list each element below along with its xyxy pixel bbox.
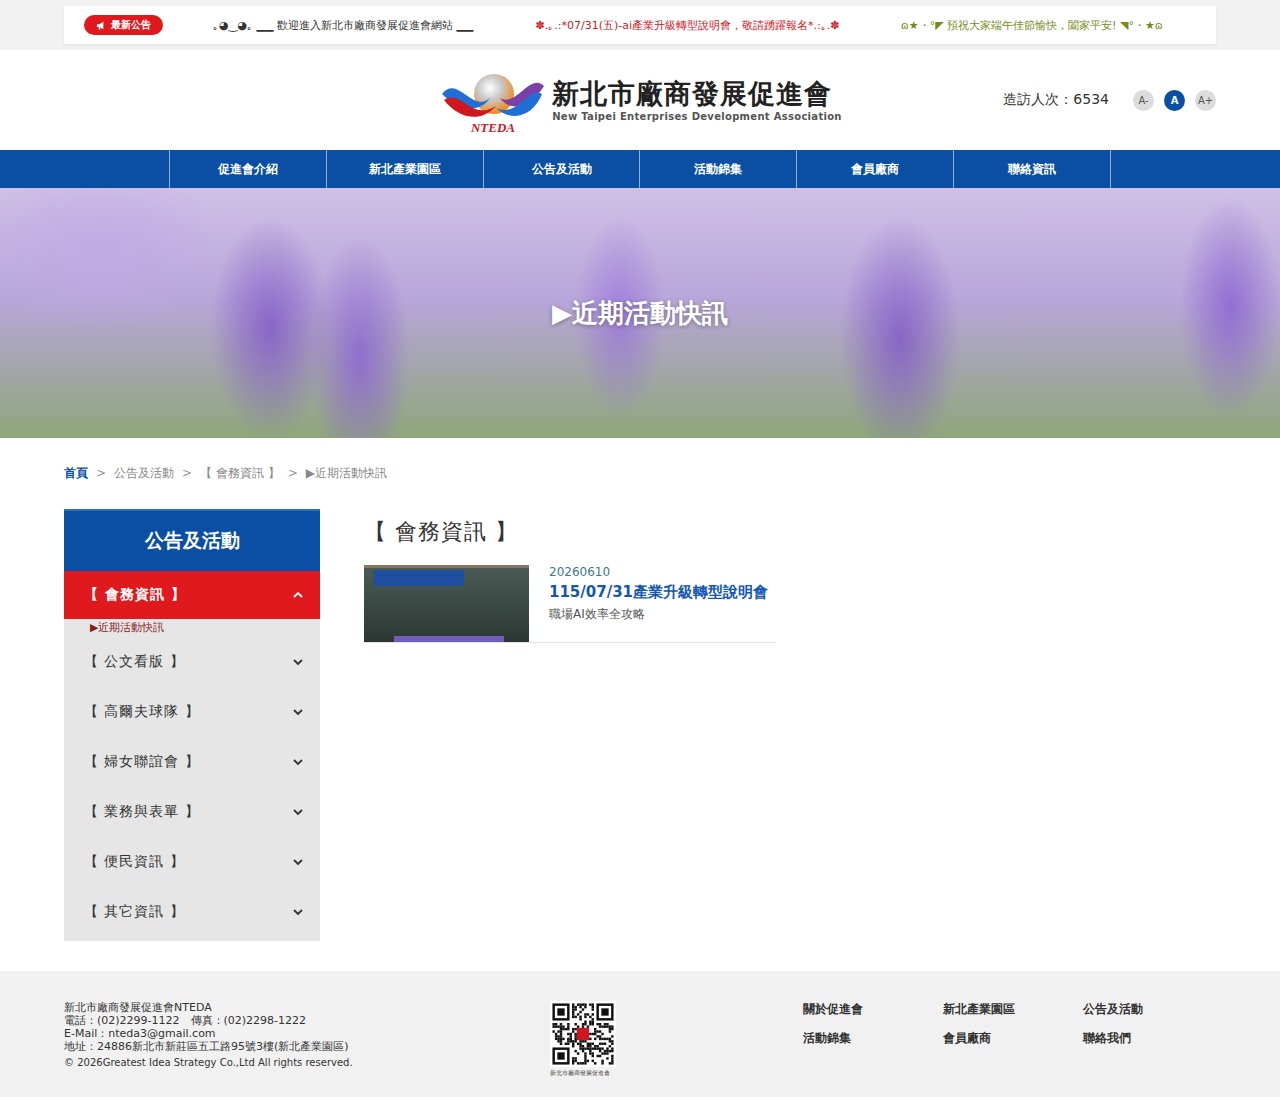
post-summary: 職場AI效率全攻略 — [549, 606, 768, 623]
breadcrumb-item[interactable]: 公告及活動 — [114, 464, 174, 482]
announcement-item[interactable]: ✽.｡.:*07/31(五)-ai產業升級轉型說明會，敬請踴躍報名*.:｡.✽ — [523, 18, 851, 33]
content: 【 會務資訊 】 20260610 115/07/31產業升級轉型說明會職場AI效率… — [320, 509, 1216, 643]
footer-line: 電話：(02)2299-1122 傳真：(02)2298-1222 — [64, 1014, 550, 1027]
sidebar-item[interactable]: 【 業務與表單 】 — [64, 787, 320, 837]
qr-caption: 新北市廠商發展促進會 — [550, 1069, 610, 1078]
breadcrumb-item[interactable]: ▶近期活動快訊 — [306, 464, 387, 482]
post-card[interactable]: 20260610 115/07/31產業升級轉型說明會職場AI效率全攻略 — [364, 565, 776, 643]
chevron-up-icon — [292, 589, 304, 601]
main-nav: 促進會介紹新北產業園區公告及活動活動錦集會員廠商聯絡資訊 — [0, 150, 1280, 188]
announcement-box: 最新公告 ｡◕‿◕｡ ▁▁ 歡迎進入新北市廠商發展促進會網站 ▁▁ ✽.｡.:*07… — [64, 6, 1216, 44]
sidebar-item[interactable]: 【 高爾夫球隊 】 — [64, 687, 320, 737]
footer-link[interactable]: 會員廠商 — [943, 1030, 1083, 1047]
footer-link[interactable]: 公告及活動 — [1083, 1001, 1223, 1018]
font-size-controls: A- A A+ — [1133, 90, 1216, 111]
chevron-down-icon — [292, 656, 304, 668]
page: 最新公告 ｡◕‿◕｡ ▁▁ 歡迎進入新北市廠商發展促進會網站 ▁▁ ✽.｡.:*07… — [0, 0, 1280, 1097]
nav-item[interactable]: 活動錦集 — [639, 150, 796, 188]
sidebar-item[interactable]: 【 便民資訊 】 — [64, 837, 320, 887]
sidebar-item[interactable]: 【 其它資訊 】 — [64, 887, 320, 937]
qr-code-icon — [550, 1001, 616, 1067]
post-title[interactable]: 115/07/31產業升級轉型說明會 — [549, 583, 768, 602]
site-logo[interactable]: NTEDA 新北市廠商發展促進會New Taipei Enterprises De… — [438, 64, 842, 136]
sidebar-item[interactable]: 【 婦女聯誼會 】 — [64, 737, 320, 787]
banner: ▶近期活動快訊 — [0, 188, 1280, 438]
chevron-down-icon — [292, 756, 304, 768]
footer: 新北市廠商發展促進會NTEDA電話：(02)2299-1122 傳真：(02)2… — [0, 971, 1280, 1097]
footer-link[interactable]: 活動錦集 — [803, 1030, 943, 1047]
footer-link[interactable]: 關於促進會 — [803, 1001, 943, 1018]
chevron-down-icon — [292, 706, 304, 718]
post-date: 20260610 — [549, 565, 768, 579]
visitor-count: 造訪人次：6534 — [1003, 91, 1109, 109]
nav-item[interactable]: 公告及活動 — [483, 150, 640, 188]
announcement-bar: 最新公告 ｡◕‿◕｡ ▁▁ 歡迎進入新北市廠商發展促進會網站 ▁▁ ✽.｡.:*07… — [0, 0, 1280, 50]
sidebar-item[interactable]: 【 會務資訊 】 — [64, 571, 320, 619]
megaphone-icon — [96, 20, 107, 31]
font-size-button[interactable]: A — [1164, 90, 1185, 111]
logo-mark: NTEDA — [470, 120, 515, 135]
main-area: 公告及活動【 會務資訊 】▶近期活動快訊【 公文看版 】【 高爾夫球隊 】【 婦… — [64, 509, 1216, 941]
content-title: 【 會務資訊 】 — [364, 517, 1216, 547]
qr-code: 新北市廠商發展促進會 — [550, 1001, 803, 1078]
sidebar-item[interactable]: 【 公文看版 】 — [64, 637, 320, 687]
breadcrumb-separator: > — [288, 464, 298, 482]
chevron-down-icon — [292, 856, 304, 868]
nav-item[interactable]: 促進會介紹 — [169, 150, 326, 188]
footer-line: 新北市廠商發展促進會NTEDA — [64, 1001, 550, 1014]
sidebar-subitem[interactable]: ▶近期活動快訊 — [90, 619, 320, 637]
footer-links: 關於促進會新北產業園區公告及活動活動錦集會員廠商聯絡我們 — [803, 1001, 1223, 1047]
footer-link[interactable]: 新北產業園區 — [943, 1001, 1083, 1018]
breadcrumb-separator: > — [96, 464, 106, 482]
post-thumbnail — [364, 565, 529, 642]
site-subtitle: New Taipei Enterprises Development Assoc… — [552, 111, 842, 122]
breadcrumb-item[interactable]: 【 會務資訊 】 — [200, 464, 280, 482]
sidebar-title: 公告及活動 — [64, 509, 320, 571]
font-size-button[interactable]: A+ — [1195, 90, 1216, 111]
footer-link[interactable]: 聯絡我們 — [1083, 1030, 1223, 1047]
nav-item[interactable]: 聯絡資訊 — [953, 150, 1111, 188]
chevron-down-icon — [292, 906, 304, 918]
site-title: 新北市廠商發展促進會 — [552, 78, 842, 110]
nav-item[interactable]: 新北產業園區 — [326, 150, 483, 188]
announcement-item[interactable]: ｡◕‿◕｡ ▁▁ 歡迎進入新北市廠商發展促進會網站 ▁▁ — [179, 18, 507, 33]
footer-info: 新北市廠商發展促進會NTEDA電話：(02)2299-1122 傳真：(02)2… — [64, 1001, 550, 1069]
footer-line: E-Mail：nteda3@gmail.com — [64, 1027, 550, 1040]
banner-title: ▶近期活動快訊 — [552, 296, 728, 331]
breadcrumb: 首頁 > 公告及活動 > 【 會務資訊 】 > ▶近期活動快訊 — [64, 464, 1216, 482]
breadcrumb-separator: > — [182, 464, 192, 482]
sidebar: 公告及活動【 會務資訊 】▶近期活動快訊【 公文看版 】【 高爾夫球隊 】【 婦… — [64, 509, 320, 941]
logo-icon: NTEDA — [438, 64, 548, 136]
chevron-down-icon — [292, 806, 304, 818]
sidebar-submenu: ▶近期活動快訊 — [64, 619, 320, 637]
footer-line: © 2026Greatest Idea Strategy Co.,Ltd All… — [64, 1056, 550, 1069]
announcement-badge: 最新公告 — [84, 15, 163, 35]
nav-item[interactable]: 會員廠商 — [796, 150, 953, 188]
footer-line: 地址：24886新北市新莊區五工路95號3樓(新北產業園區) — [64, 1040, 550, 1053]
breadcrumb-item[interactable]: 首頁 — [64, 464, 88, 482]
announcement-item[interactable]: ɷ★・°◤ 預祝大家端午佳節愉快，闔家平安! ◥°・★ɷ — [868, 18, 1196, 33]
site-header: NTEDA 新北市廠商發展促進會New Taipei Enterprises De… — [0, 50, 1280, 150]
font-size-button[interactable]: A- — [1133, 90, 1154, 111]
